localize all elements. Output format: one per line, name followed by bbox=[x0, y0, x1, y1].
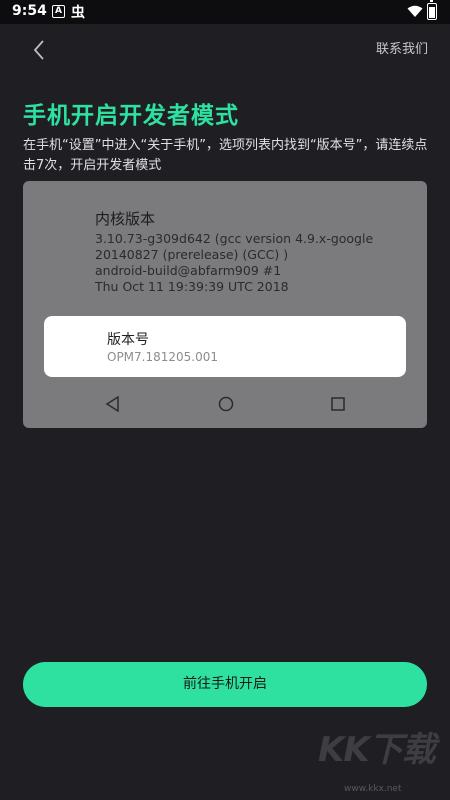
back-chevron-icon[interactable] bbox=[26, 36, 54, 64]
nav-home-icon bbox=[218, 396, 234, 412]
kernel-line: android-build@abfarm909 #1 bbox=[95, 263, 282, 278]
open-developer-mode-button[interactable]: 前往手机开启 bbox=[23, 662, 427, 707]
nav-back-icon bbox=[105, 396, 119, 412]
page-title: 手机开启开发者模式 bbox=[23, 103, 239, 129]
phone-settings-illustration: 内核版本 3.10.73-g309d642 (gcc version 4.9.x… bbox=[23, 181, 427, 428]
android-nav-bar bbox=[55, 385, 395, 425]
a-box-icon: A bbox=[52, 5, 65, 18]
kernel-version-title: 内核版本 bbox=[95, 210, 156, 228]
status-time: 9:54 bbox=[12, 3, 47, 19]
page-description: 在手机“设置”中进入“关于手机”，选项列表内找到“版本号”，请连续点击7次，开启… bbox=[23, 138, 428, 173]
status-bar: 9:54 A 虫 bbox=[0, 0, 450, 24]
build-number-card: 版本号 OPM7.181205.001 bbox=[44, 316, 406, 377]
watermark-url: www.kkx.net bbox=[344, 784, 402, 794]
build-number-title: 版本号 bbox=[107, 332, 149, 348]
kernel-line: Thu Oct 11 19:39:39 UTC 2018 bbox=[95, 279, 289, 294]
build-number-value: OPM7.181205.001 bbox=[107, 350, 219, 364]
wifi-icon bbox=[407, 5, 423, 17]
battery-icon bbox=[427, 0, 437, 20]
nav-recent-icon bbox=[331, 397, 345, 411]
kernel-version-text: 3.10.73-g309d642 (gcc version 4.9.x-goog… bbox=[95, 231, 373, 295]
contact-us-link[interactable]: 联系我们 bbox=[376, 38, 428, 57]
kernel-line: 3.10.73-g309d642 (gcc version 4.9.x-goog… bbox=[95, 231, 374, 246]
kernel-line: 20140827 (prerelease) (GCC) ) bbox=[95, 247, 289, 262]
watermark-logo: KK下载 bbox=[318, 730, 436, 770]
bug-icon: 虫 bbox=[71, 5, 85, 21]
